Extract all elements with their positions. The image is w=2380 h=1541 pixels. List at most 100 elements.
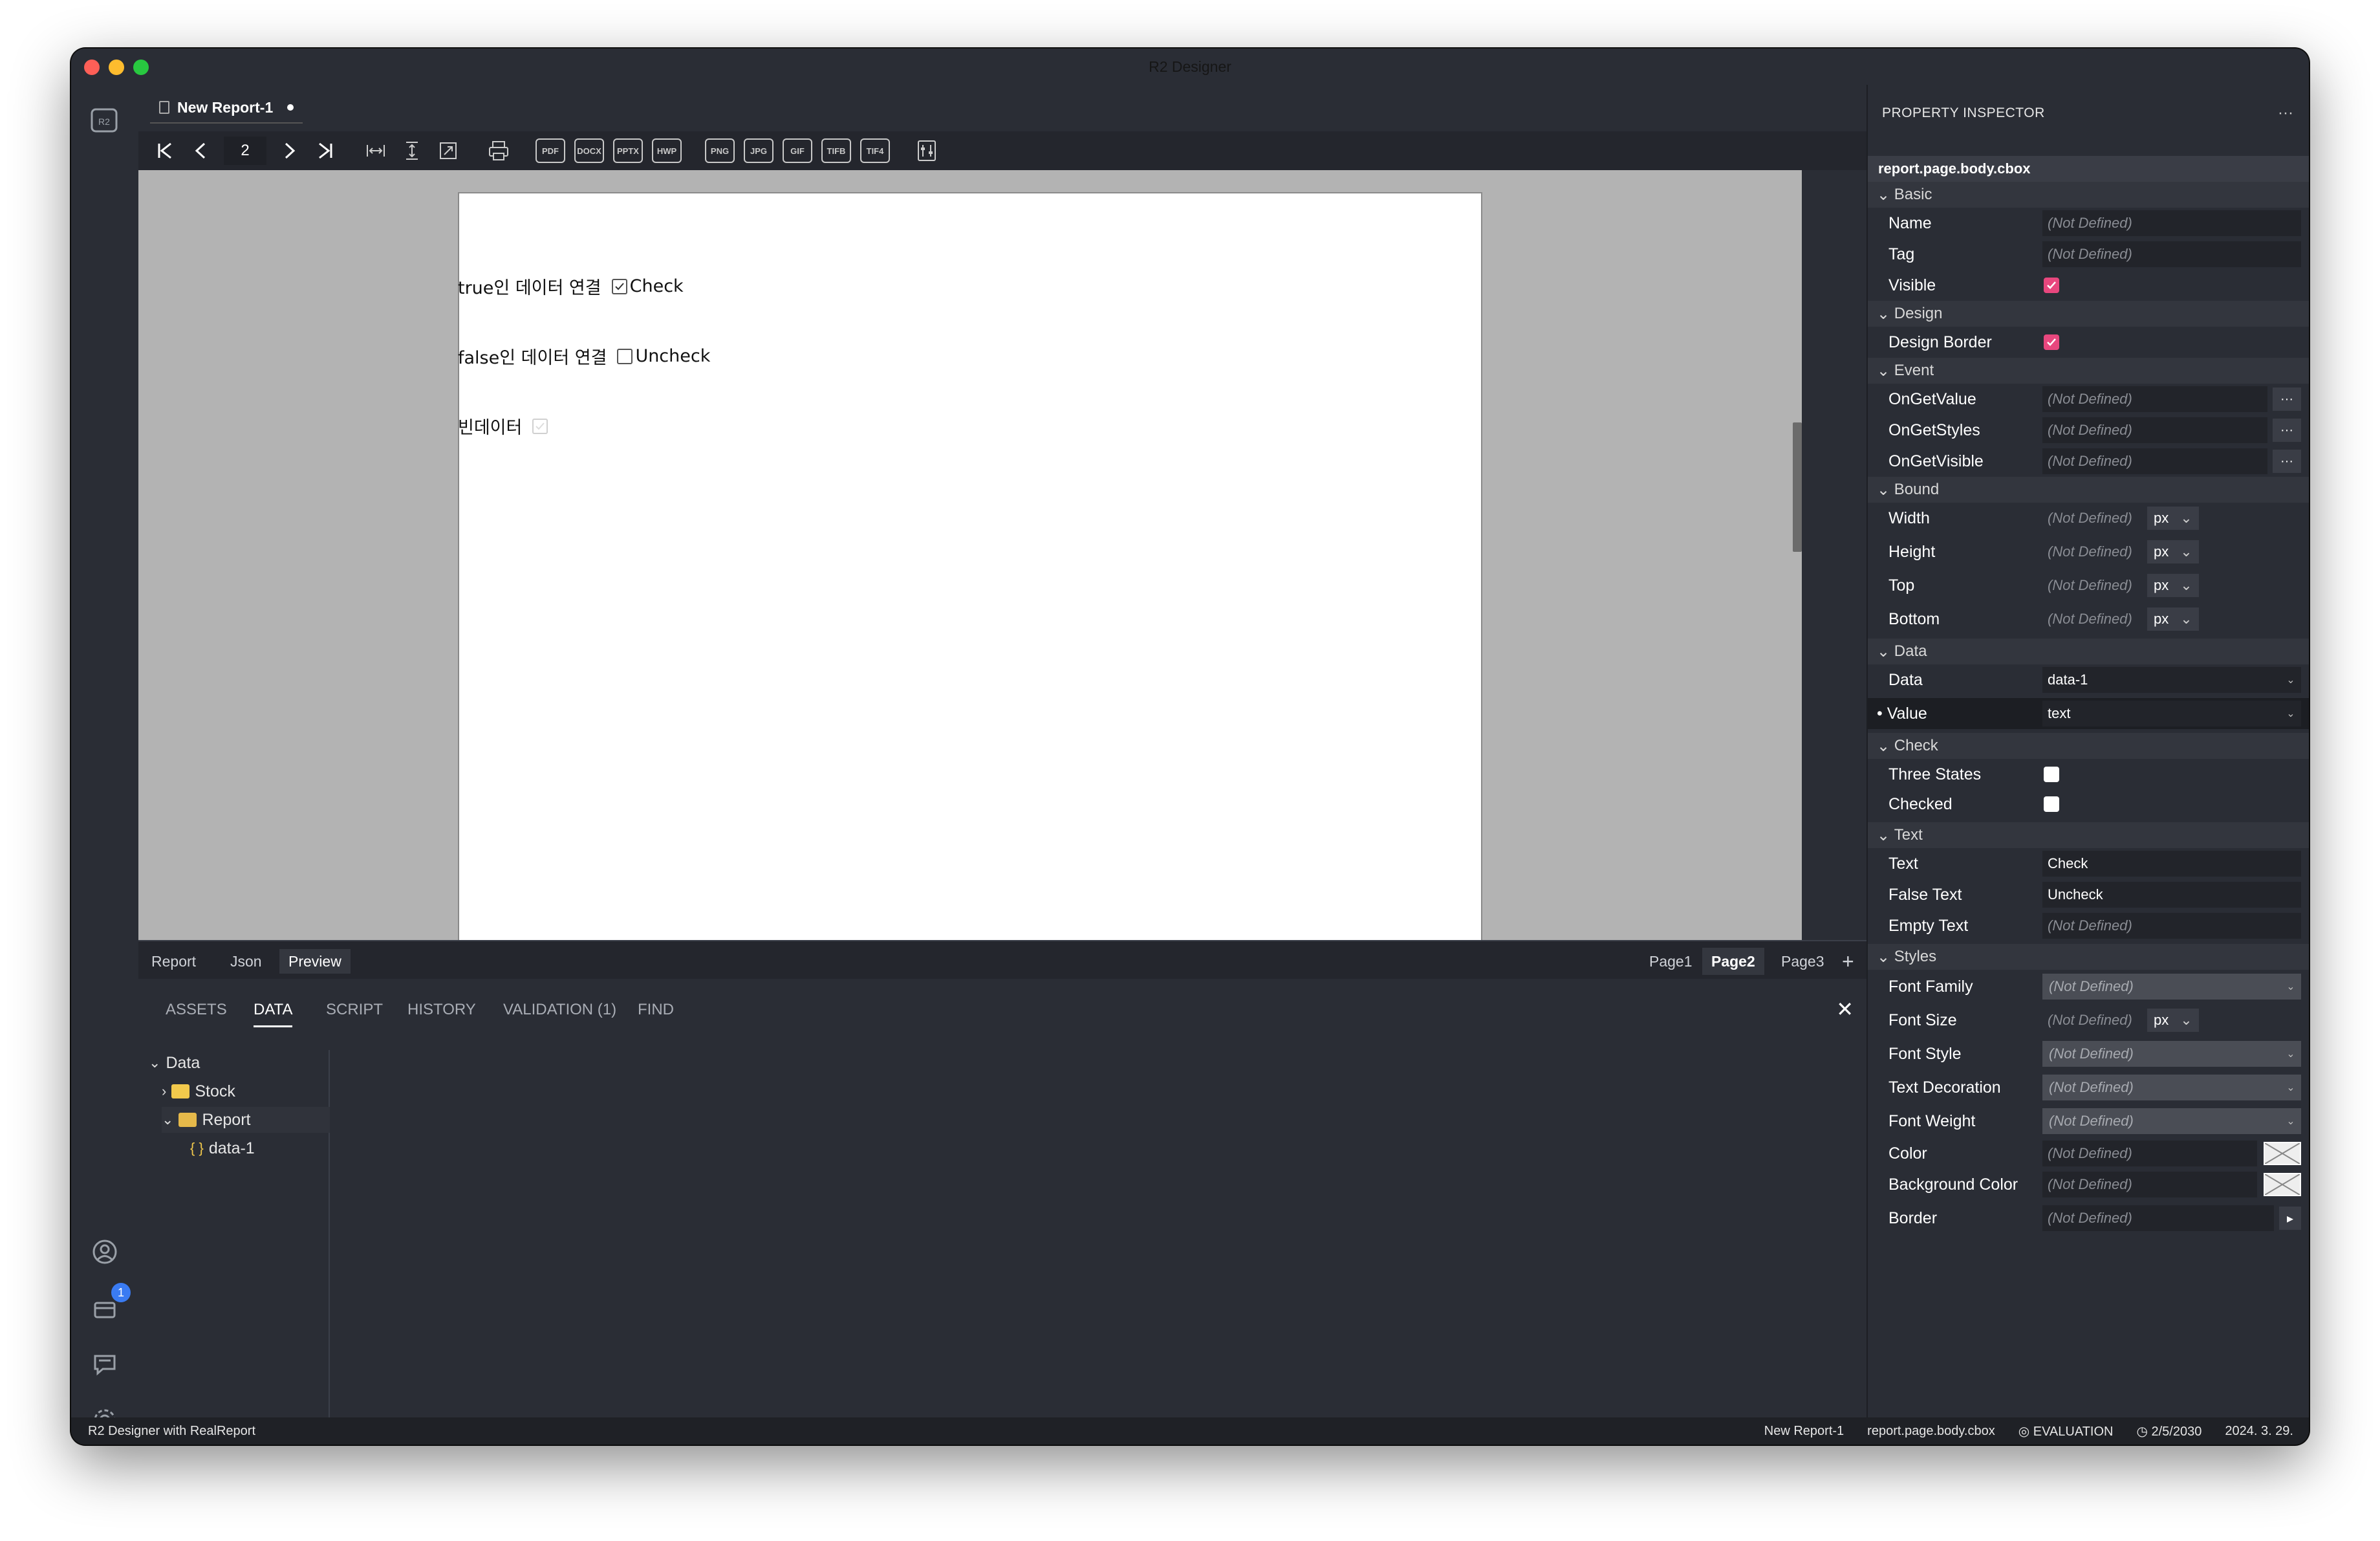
tab-find[interactable]: FIND [638,1001,674,1025]
section-data[interactable]: ⌄ Data [1868,639,2309,664]
tab-page3[interactable]: Page3 [1772,948,1834,975]
next-page-icon[interactable] [276,137,303,164]
font-weight-select[interactable]: (Not Defined) [2042,1108,2301,1134]
name-input[interactable]: (Not Defined) [2042,210,2301,236]
editor-tab-new-report[interactable]: New Report-1 [150,93,303,124]
r2-logo-icon[interactable]: R2 [89,105,120,137]
tag-input[interactable]: (Not Defined) [2042,241,2301,267]
section-basic[interactable]: ⌄ Basic [1868,182,2309,208]
tab-assets[interactable]: ASSETS [166,1001,227,1025]
section-bound[interactable]: ⌄ Bound [1868,477,2309,503]
three-states-checkbox[interactable] [2044,767,2059,782]
export-pdf-icon[interactable]: PDF [536,138,565,163]
false-text-input[interactable]: Uncheck [2042,882,2301,908]
export-hwp-icon[interactable]: HWP [652,138,682,163]
top-input[interactable]: (Not Defined) [2042,573,2146,598]
top-unit-select[interactable]: px ⌄ [2147,574,2199,597]
data-select[interactable]: data-1 [2042,667,2301,693]
section-design[interactable]: ⌄ Design [1868,301,2309,327]
checked-checkbox[interactable] [2044,796,2059,812]
print-icon[interactable] [485,137,512,164]
tab-report[interactable]: Report [142,949,205,974]
vertical-scrollbar[interactable] [1790,170,1802,940]
border-input[interactable]: (Not Defined) [2042,1205,2274,1231]
color-input[interactable]: (Not Defined) [2042,1141,2257,1166]
edit-event-button[interactable]: ··· [2273,450,2301,473]
height-input[interactable]: (Not Defined) [2042,539,2146,565]
font-size-unit-select[interactable]: px ⌄ [2147,1009,2199,1032]
export-tif4-icon[interactable]: TIF4 [860,138,890,163]
chevron-down-icon[interactable]: ⌄ [2282,705,2300,723]
export-docx-icon[interactable]: DOCX [574,138,604,163]
edit-event-button[interactable]: ··· [2273,419,2301,442]
text-input[interactable]: Check [2042,851,2301,877]
on-get-visible-input[interactable]: (Not Defined) [2042,448,2267,474]
chevron-down-icon[interactable]: ⌄ [2282,978,2300,996]
font-family-select[interactable]: (Not Defined) [2042,974,2301,1000]
section-styles[interactable]: ⌄ Styles [1868,944,2309,970]
minimize-window-button[interactable] [109,60,124,75]
section-event[interactable]: ⌄ Event [1868,358,2309,384]
font-size-input[interactable]: (Not Defined) [2042,1007,2146,1033]
width-input[interactable]: (Not Defined) [2042,505,2146,531]
tree-node-data-1[interactable]: { } data-1 [190,1135,255,1161]
scrollbar-thumb[interactable] [1793,422,1802,552]
close-window-button[interactable] [84,60,100,75]
user-icon[interactable] [89,1236,120,1267]
export-settings-icon[interactable] [913,137,940,164]
export-tif-icon[interactable]: TIFB [821,138,851,163]
chevron-down-icon[interactable]: ⌄ [2282,671,2300,689]
tab-preview[interactable]: Preview [279,949,351,974]
empty-text-input[interactable]: (Not Defined) [2042,913,2301,939]
tab-page2[interactable]: Page2 [1702,948,1764,975]
chevron-down-icon[interactable]: ⌄ [2282,1078,2300,1097]
tab-script[interactable]: SCRIPT [326,1001,383,1025]
chevron-down-icon[interactable]: ⌄ [162,1111,173,1128]
tab-data[interactable]: DATA [254,1001,293,1027]
section-text[interactable]: ⌄ Text [1868,822,2309,848]
add-page-icon[interactable]: + [1833,948,1863,975]
visible-checkbox[interactable] [2044,278,2059,293]
text-decoration-select[interactable]: (Not Defined) [2042,1075,2301,1100]
tab-page1[interactable]: Page1 [1640,948,1702,975]
background-color-input[interactable]: (Not Defined) [2042,1172,2257,1197]
close-panel-icon[interactable]: ✕ [1836,997,1854,1022]
fit-width-icon[interactable] [362,137,389,164]
notifications-icon[interactable]: 1 [89,1283,131,1323]
export-pptx-icon[interactable]: PPTX [613,138,643,163]
bottom-input[interactable]: (Not Defined) [2042,606,2146,632]
tab-validation[interactable]: VALIDATION (1) [503,1001,616,1025]
on-get-styles-input[interactable]: (Not Defined) [2042,417,2267,443]
export-gif-icon[interactable]: GIF [783,138,812,163]
page-number-input[interactable]: 2 [224,137,266,165]
chevron-down-icon[interactable]: ⌄ [2282,1045,2300,1063]
value-select[interactable]: text [2042,701,2301,727]
export-png-icon[interactable]: PNG [705,138,735,163]
design-border-checkbox[interactable] [2044,334,2059,350]
maximize-window-button[interactable] [133,60,149,75]
chevron-down-icon[interactable]: ⌄ [149,1055,160,1071]
on-get-value-input[interactable]: (Not Defined) [2042,386,2267,412]
tab-json[interactable]: Json [221,949,271,974]
export-jpg-icon[interactable]: JPG [744,138,774,163]
background-color-swatch[interactable] [2264,1173,2301,1196]
expand-border-icon[interactable]: ▸ [2279,1207,2301,1230]
tree-node-data[interactable]: ⌄ Data [149,1050,200,1076]
tab-history[interactable]: HISTORY [407,1001,476,1025]
color-swatch[interactable] [2264,1142,2301,1165]
font-style-select[interactable]: (Not Defined) [2042,1041,2301,1067]
previous-page-icon[interactable] [188,137,215,164]
fit-page-icon[interactable] [435,137,462,164]
section-check[interactable]: ⌄ Check [1868,733,2309,759]
last-page-icon[interactable] [312,137,339,164]
bottom-unit-select[interactable]: px ⌄ [2147,607,2199,631]
tree-node-report[interactable]: ⌄ Report [162,1107,330,1133]
tree-node-stock[interactable]: › Stock [162,1078,235,1104]
feedback-icon[interactable] [89,1349,120,1380]
first-page-icon[interactable] [151,137,178,164]
more-options-icon[interactable]: ··· [2278,104,2293,122]
chevron-right-icon[interactable]: › [162,1083,166,1100]
edit-event-button[interactable]: ··· [2273,388,2301,411]
width-unit-select[interactable]: px ⌄ [2147,507,2199,530]
chevron-down-icon[interactable]: ⌄ [2282,1112,2300,1130]
